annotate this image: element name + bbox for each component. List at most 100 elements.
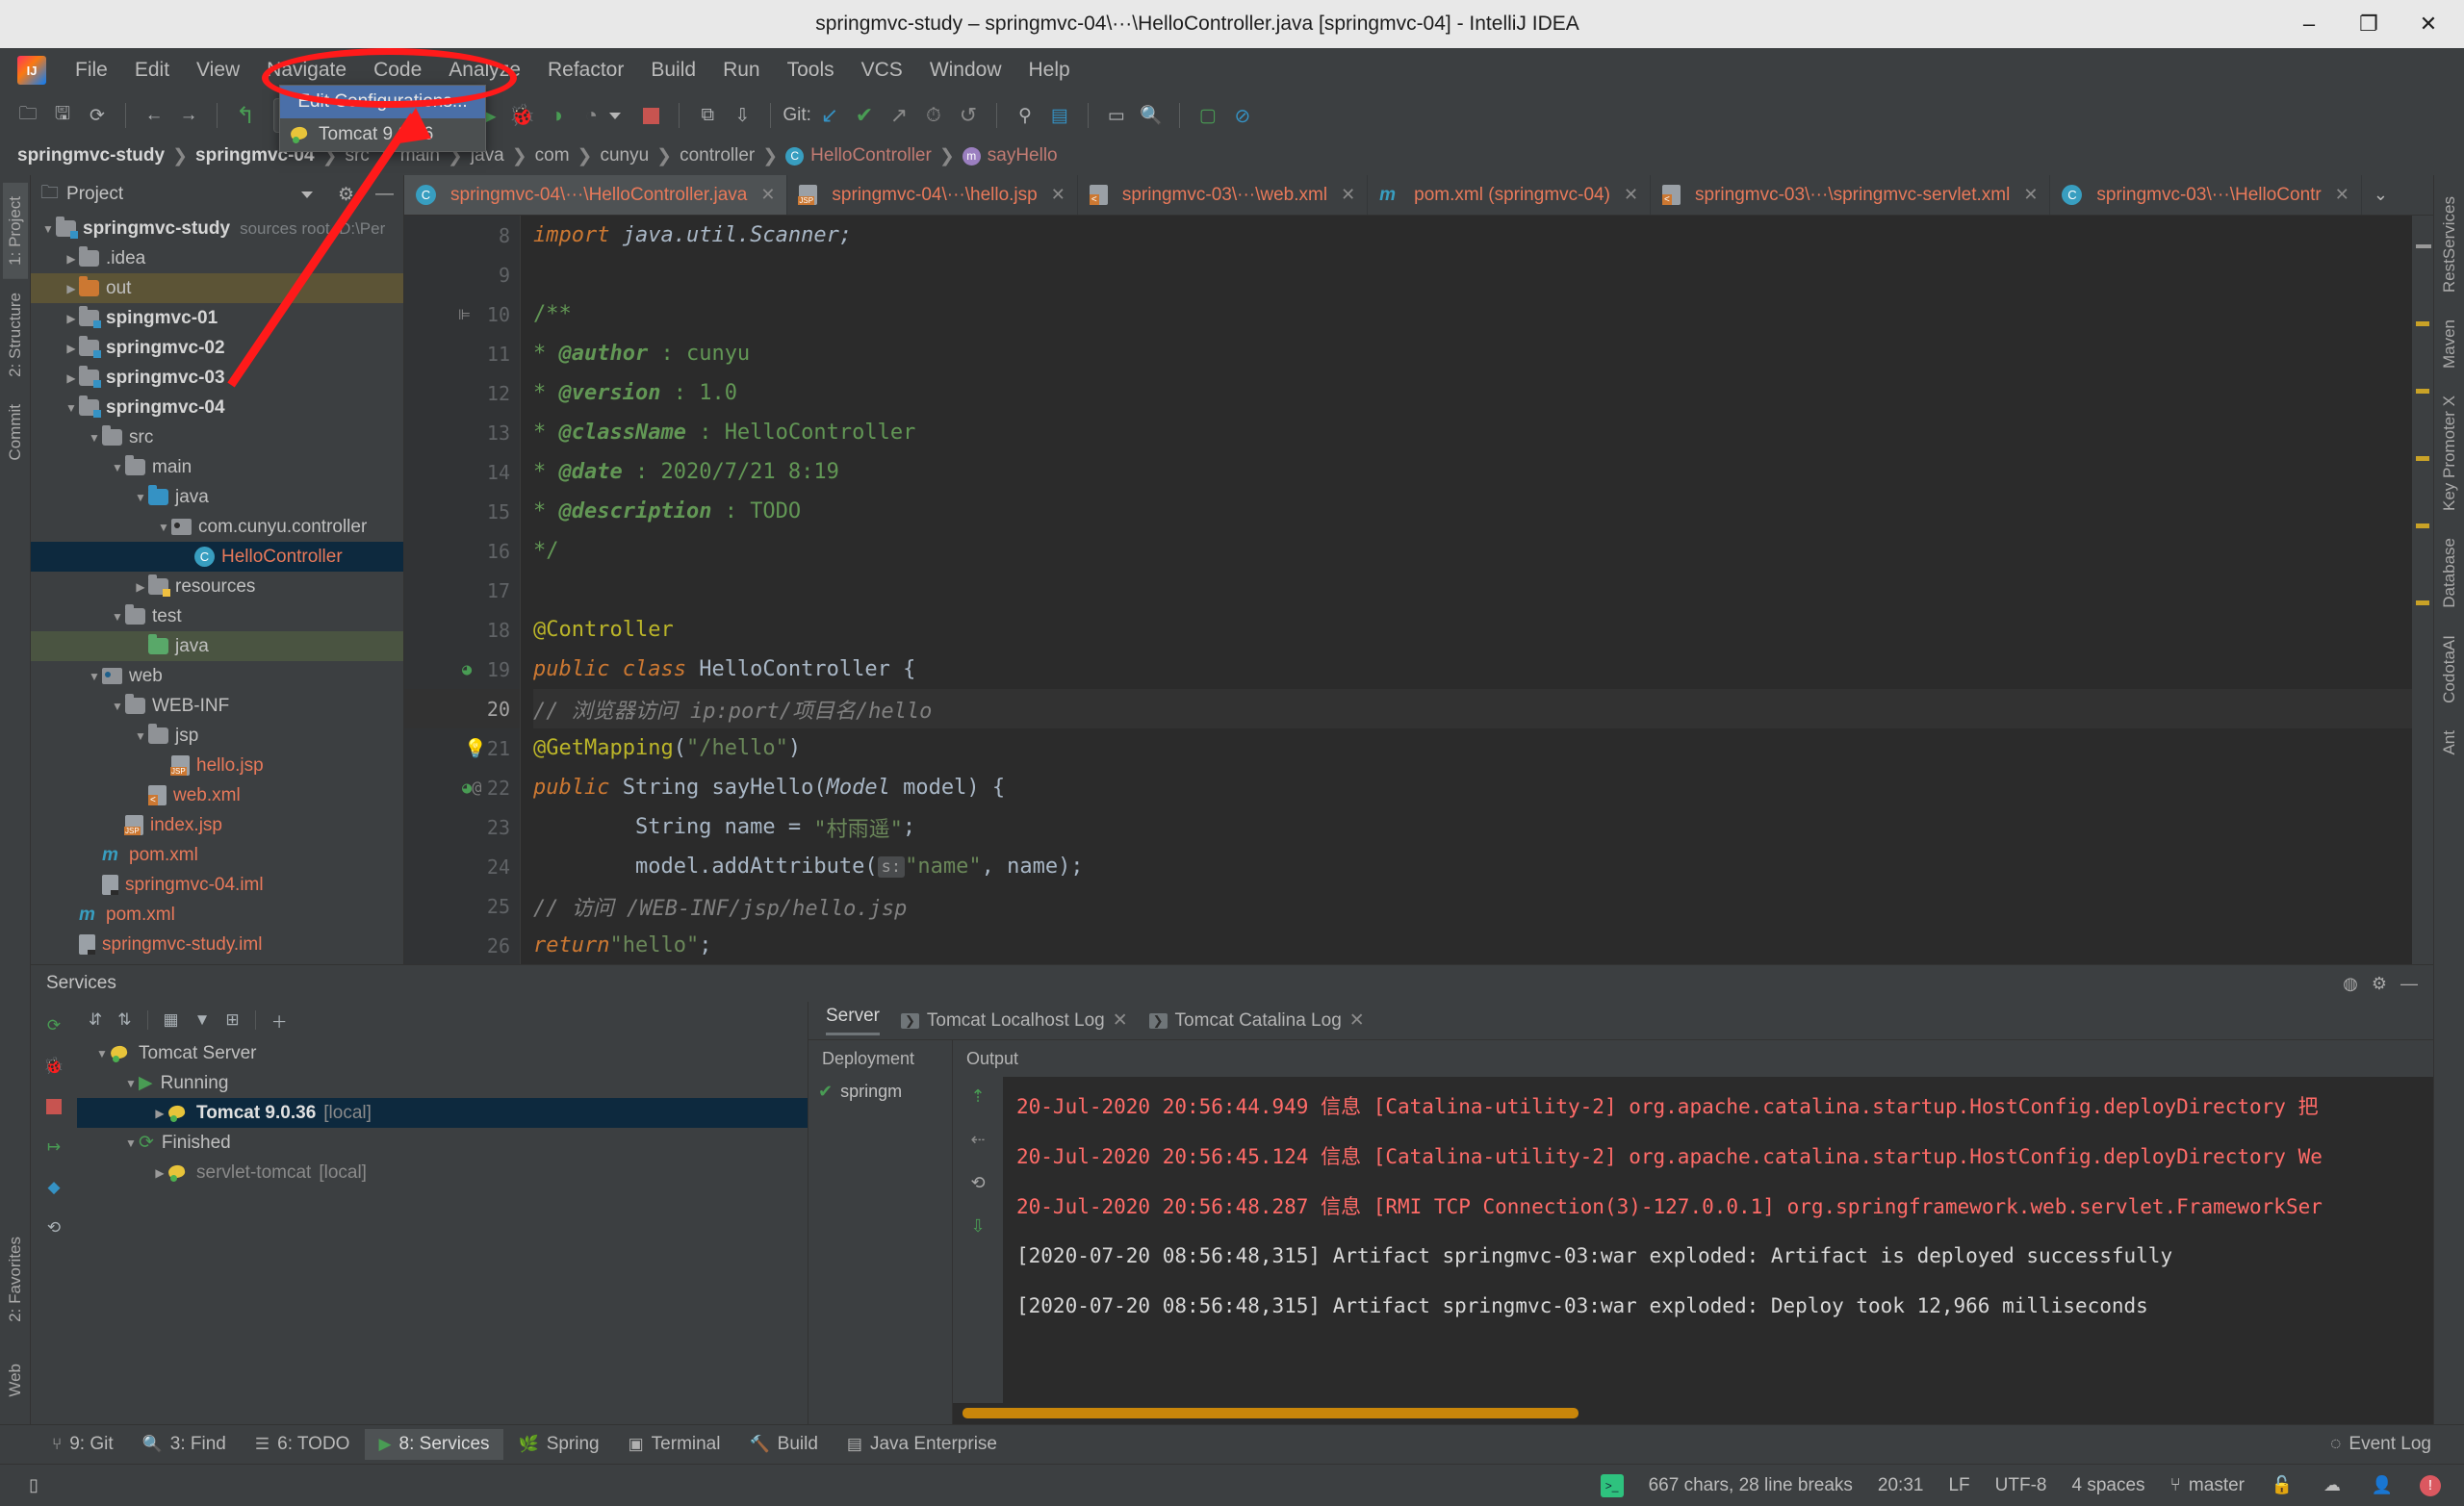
project-tree-item[interactable]: ▶ .idea [31,243,403,273]
services-help-icon[interactable]: ◍ [2343,974,2358,994]
maximize-button[interactable]: ❐ [2339,0,2399,48]
tree-twisty-icon[interactable]: ▼ [110,700,125,713]
scroll-to-end-icon[interactable]: ⇩ [970,1216,985,1237]
close-icon[interactable]: ✕ [2335,185,2349,205]
search-everywhere-icon[interactable]: 🔍 [1135,99,1168,132]
editor-tab[interactable]: m pom.xml (springmvc-04) ✕ [1368,175,1652,215]
tree-twisty-icon[interactable]: ▼ [40,222,56,236]
menu-run[interactable]: Run [709,55,774,86]
menu-edit[interactable]: Edit [121,55,183,86]
project-tree-item[interactable]: hello.jsp [31,751,403,780]
close-icon[interactable]: ✕ [2023,185,2038,205]
left-rail-structure[interactable]: 2: Structure [3,279,28,391]
editor-tab[interactable]: springmvc-04\···\HelloController.java ✕ [404,175,788,215]
editor-tab[interactable]: springmvc-03\···\web.xml ✕ [1078,175,1369,215]
git-update-icon[interactable]: ↙ [813,99,846,132]
code-line[interactable]: model.addAttribute(s: "name", name); [533,847,2412,886]
services-hide-icon[interactable]: — [2400,974,2418,994]
services-tree-item[interactable]: ▼ ▶ Running [77,1068,808,1098]
services-tree-item[interactable]: ▶ servlet-tomcat [local] [77,1158,808,1187]
close-button[interactable]: ✕ [2399,0,2458,48]
menu-file[interactable]: File [62,55,121,86]
power-save-icon[interactable]: 👤 [2370,1473,2395,1498]
code-line[interactable]: // 访问 /WEB-INF/jsp/hello.jsp [533,886,2412,926]
git-revert-icon[interactable]: ↺ [952,99,985,132]
forward-arrow-icon[interactable]: → [172,99,205,132]
editor-tab[interactable]: springmvc-03\···\HelloContr ✕ [2050,175,2362,215]
menu-build[interactable]: Build [637,55,709,86]
right-rail-codota[interactable]: CodotaAI [2437,622,2462,717]
dropdown-item-tomcat[interactable]: Tomcat 9.0.36 [280,118,485,151]
git-commit-icon[interactable]: ✔ [848,99,881,132]
tree-twisty-icon[interactable]: ▼ [87,431,102,445]
menu-window[interactable]: Window [916,55,1015,86]
stop-icon[interactable] [41,1094,66,1119]
project-tree-item[interactable]: m pom.xml [31,900,403,930]
scroll-prev-icon[interactable]: ⇠ [970,1130,985,1150]
tree-twisty-icon[interactable]: ▶ [152,1107,167,1120]
status-line-separator[interactable]: LF [1948,1475,1969,1496]
tree-twisty-icon[interactable]: ▶ [64,282,79,295]
bottom-bar-terminal[interactable]: ▣ Terminal [615,1429,734,1460]
services-tree-item[interactable]: ▼ Tomcat Server [77,1038,808,1068]
project-tree-item[interactable]: java [31,631,403,661]
run-configuration-dropdown[interactable]: Edit Configurations... Tomcat 9.0.36 [279,85,486,152]
right-rail-database[interactable]: Database [2437,524,2462,622]
gutter-line-number[interactable]: 20 [404,689,520,728]
gutter-line-number[interactable]: 14 [404,452,520,492]
restart-icon[interactable]: ⟲ [41,1215,66,1240]
scroll-up-icon[interactable]: ⇡ [970,1086,985,1107]
project-tree-item[interactable]: ▼ src [31,422,403,452]
settings-window-icon[interactable]: ▭ [1100,99,1133,132]
project-tree-item[interactable]: ▼ main [31,452,403,482]
debug-button-icon[interactable]: 🐞 [505,99,538,132]
code-line[interactable]: /** [533,294,2412,334]
collapse-all-icon[interactable]: ⇅ [117,1010,131,1030]
tree-twisty-icon[interactable]: ▶ [152,1166,167,1180]
code-line[interactable]: import java.util.Scanner; [533,216,2412,255]
close-icon[interactable]: ✕ [1341,185,1355,205]
tree-twisty-icon[interactable]: ▼ [133,729,148,743]
bottom-bar-3-find[interactable]: 🔍 3: Find [129,1429,240,1460]
gutter-line-number[interactable]: 17 [404,571,520,610]
left-rail-commit[interactable]: Commit [3,391,28,474]
tree-twisty-icon[interactable]: ▼ [87,670,102,683]
bottom-bar-build[interactable]: 🔨 Build [735,1429,831,1460]
gutter-line-number[interactable]: 25 [404,886,520,926]
right-rail-ant[interactable]: Ant [2437,717,2462,769]
project-tree-item[interactable]: ▼ jsp [31,721,403,751]
editor-tabs-overflow-icon[interactable]: ⌄ [2362,175,2400,215]
left-rail-favorites[interactable]: 2: Favorites [3,1223,28,1336]
minimize-button[interactable]: – [2279,0,2339,48]
update-project-icon[interactable]: ⇩ [726,99,758,132]
tree-twisty-icon[interactable]: ▼ [64,401,79,415]
code-line[interactable]: String name = "村雨遥"; [533,807,2412,847]
cloud-settings-icon[interactable]: ☁ [2320,1473,2345,1498]
code-line[interactable]: @Controller [533,610,2412,650]
code-line[interactable]: */ [533,531,2412,571]
close-icon[interactable]: ✕ [1349,1009,1365,1032]
expand-all-icon[interactable]: ⇵ [89,1010,102,1030]
tree-twisty-icon[interactable]: ▼ [94,1047,110,1060]
editor-tab-bar[interactable]: springmvc-04\···\HelloController.java✕ sp… [404,175,2433,216]
code-line[interactable]: public String sayHello(Model model) { [533,768,2412,807]
project-tree-item[interactable]: ▼ web [31,661,403,691]
services-settings-icon[interactable]: ⚙ [2372,974,2387,994]
console-horizontal-scrollbar[interactable] [953,1403,2433,1424]
close-icon[interactable]: ✕ [1113,1009,1128,1032]
lock-icon[interactable]: 🔓 [2270,1473,2295,1498]
code-line[interactable]: * @author : cunyu [533,334,2412,373]
deployment-artifact-row[interactable]: ✔ springm [808,1077,952,1107]
gutter-line-number[interactable]: ◕ 19 [404,650,520,689]
breadcrumb-item-8[interactable]: HelloController [785,145,932,166]
editor-tab[interactable]: springmvc-03\···\springmvc-servlet.xml ✕ [1651,175,2051,215]
gutter-line-number[interactable]: 9 [404,255,520,294]
tree-twisty-icon[interactable]: ▶ [64,312,79,325]
debug-rerun-icon[interactable]: 🐞 [41,1054,66,1079]
tree-twisty-icon[interactable]: ▼ [123,1136,139,1150]
chevron-down-icon[interactable] [300,191,313,198]
console-output[interactable]: ⇡ ⇠ ⟲ ⇩ 20-Jul-2020 20:56:44.949 信息 [Cat… [953,1077,2433,1424]
project-tree-item[interactable]: HelloController [31,542,403,572]
code-line[interactable]: // 浏览器访问 ip:port/项目名/hello [533,689,2412,728]
menu-vcs[interactable]: VCS [848,55,916,86]
